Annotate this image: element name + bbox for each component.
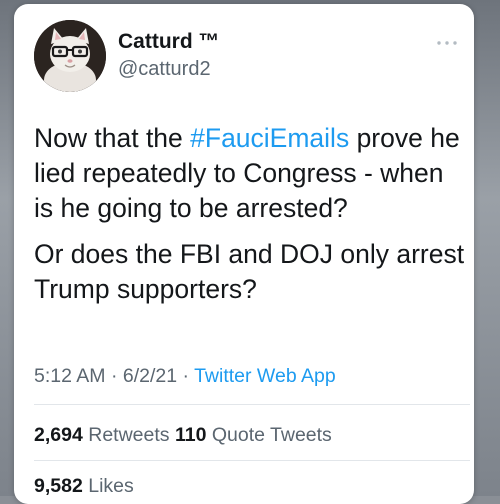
quote-tweets-stat[interactable]: 110 Quote Tweets <box>175 424 332 446</box>
more-options-icon[interactable] <box>436 38 458 48</box>
meta-separator: · <box>177 365 195 387</box>
retweets-stat[interactable]: 2,694 Retweets <box>34 424 170 446</box>
divider <box>34 460 470 461</box>
tweet-card: Catturd ™ @catturd2 Now that the #FauciE… <box>14 4 474 504</box>
author-display-name[interactable]: Catturd ™ <box>118 30 220 54</box>
tweet-paragraph-1: Now that the #FauciEmails prove he lied … <box>34 121 466 226</box>
tweet-text-before-hashtag: Now that the <box>34 123 191 153</box>
quote-tweets-count: 110 <box>174 424 207 446</box>
author-handle[interactable]: @catturd2 <box>118 58 211 81</box>
likes-count: 9,582 <box>34 475 83 497</box>
tweet-date[interactable]: 6/2/21 <box>123 365 177 387</box>
engagement-row-likes: 9,582 Likes <box>34 475 134 498</box>
cat-with-glasses-avatar-icon <box>34 20 106 92</box>
likes-stat[interactable]: 9,582 Likes <box>34 475 134 497</box>
hashtag-link[interactable]: #FauciEmails <box>190 123 349 153</box>
tweet-time[interactable]: 5:12 AM <box>34 365 106 387</box>
engagement-row-shares: 2,694 Retweets 110 Quote Tweets <box>34 424 332 447</box>
likes-label: Likes <box>88 475 134 497</box>
retweets-label: Retweets <box>88 424 170 446</box>
tweet-paragraph-2: Or does the FBI and DOJ only arrest Trum… <box>34 239 465 304</box>
tweet-body: Now that the #FauciEmails prove he lied … <box>34 121 466 318</box>
quote-tweets-label: Quote Tweets <box>211 424 332 446</box>
meta-separator: · <box>105 365 123 387</box>
retweets-count: 2,694 <box>34 424 83 446</box>
tweet-meta: 5:12 AM · 6/2/21 · Twitter Web App <box>34 365 336 388</box>
divider <box>34 404 470 405</box>
avatar[interactable] <box>34 20 106 92</box>
tweet-source-link[interactable]: Twitter Web App <box>194 365 336 387</box>
